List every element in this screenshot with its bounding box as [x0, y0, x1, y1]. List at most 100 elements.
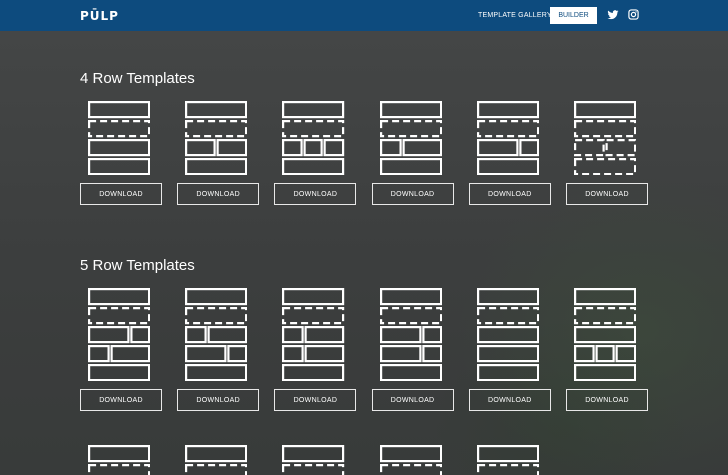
download-button[interactable]: DOWNLOAD: [177, 389, 260, 412]
placeholder-block: [574, 138, 605, 157]
layout-block: [304, 344, 345, 363]
download-button[interactable]: DOWNLOAD: [274, 389, 357, 412]
layout-block: [402, 138, 442, 157]
layout-block: [574, 101, 637, 119]
layout-block: [476, 445, 539, 463]
template-layout-preview[interactable]: [476, 445, 539, 475]
layout-block: [304, 325, 345, 344]
layout-block: [282, 101, 345, 119]
placeholder-block: [574, 157, 637, 176]
placeholder-block: [574, 307, 637, 325]
layout-block: [185, 344, 227, 363]
layout-block: [282, 445, 345, 463]
layout-block: [130, 325, 151, 344]
layout-block: [615, 344, 637, 363]
layout-block: [379, 101, 442, 119]
placeholder-block: [574, 120, 637, 138]
template-card: DOWNLOAD: [371, 288, 454, 412]
placeholder-block: [476, 307, 539, 325]
layout-block: [88, 288, 151, 306]
layout-block: [216, 138, 248, 157]
placeholder-block: [476, 464, 539, 475]
template-card: DOWNLOAD: [371, 101, 454, 206]
layout-block: [476, 288, 539, 306]
template-card: DOWNLOAD: [274, 101, 357, 206]
section-title-5-row: 5 Row Templates: [80, 257, 195, 274]
template-card: DOWNLOAD: [566, 288, 648, 412]
placeholder-block: [88, 307, 151, 325]
placeholder-block: [88, 464, 151, 475]
layout-block: [476, 325, 539, 344]
layout-block: [282, 363, 345, 382]
template-layout-preview[interactable]: [574, 288, 637, 382]
template-card: DOWNLOAD: [177, 101, 260, 206]
download-button[interactable]: DOWNLOAD: [468, 389, 551, 412]
layout-block: [185, 363, 248, 382]
template-layout-preview[interactable]: [476, 101, 539, 176]
download-button[interactable]: DOWNLOAD: [177, 183, 260, 206]
template-layout-preview[interactable]: [379, 445, 442, 475]
section-title-4-row: 4 Row Templates: [80, 70, 195, 87]
template-card: [177, 445, 259, 475]
layout-block: [379, 445, 442, 463]
template-layout-preview[interactable]: [282, 288, 345, 382]
layout-block: [88, 138, 151, 157]
layout-block: [421, 344, 442, 363]
layout-block: [379, 288, 442, 306]
download-button[interactable]: DOWNLOAD: [468, 183, 551, 206]
template-layout-preview[interactable]: [88, 101, 151, 176]
template-layout-preview[interactable]: [282, 101, 345, 176]
template-layout-preview[interactable]: [185, 101, 248, 176]
layout-block: [519, 138, 539, 157]
twitter-icon[interactable]: [607, 9, 619, 21]
layout-block: [88, 363, 151, 382]
template-layout-preview[interactable]: [476, 288, 539, 382]
download-button[interactable]: DOWNLOAD: [80, 183, 162, 206]
template-layout-preview[interactable]: [185, 445, 248, 475]
layout-block: [379, 157, 442, 176]
template-gallery: 4 Row Templates DOWNLOAD DOWNLOAD DOWNLOAD…: [0, 31, 728, 475]
download-button[interactable]: DOWNLOAD: [274, 183, 357, 206]
template-layout-preview[interactable]: [88, 445, 151, 475]
template-layout-preview[interactable]: [88, 288, 151, 382]
placeholder-block: [282, 120, 345, 138]
template-layout-preview[interactable]: [185, 288, 248, 382]
template-card: [372, 445, 454, 475]
placeholder-block: [185, 120, 248, 138]
layout-block: [379, 138, 402, 157]
builder-button[interactable]: BUILDER: [550, 7, 597, 24]
layout-block: [88, 157, 151, 176]
template-layout-preview[interactable]: [574, 101, 637, 176]
template-layout-preview[interactable]: [282, 445, 345, 475]
download-button[interactable]: DOWNLOAD: [371, 389, 454, 412]
layout-block: [476, 101, 539, 119]
template-card: [274, 445, 356, 475]
template-gallery-link[interactable]: TEMPLATE GALLERY: [478, 12, 552, 19]
layout-block: [574, 363, 637, 382]
layout-block: [421, 325, 442, 344]
layout-block: [282, 138, 304, 157]
layout-block: [88, 344, 110, 363]
layout-block: [476, 157, 539, 176]
download-button[interactable]: DOWNLOAD: [566, 389, 648, 412]
instagram-icon[interactable]: [628, 9, 640, 21]
layout-block: [574, 288, 637, 306]
layout-block: [282, 325, 305, 344]
template-layout-preview[interactable]: [379, 288, 442, 382]
placeholder-block: [379, 464, 442, 475]
placeholder-block: [185, 464, 248, 475]
placeholder-block: [605, 138, 637, 157]
layout-block: [282, 157, 345, 176]
download-button[interactable]: DOWNLOAD: [566, 183, 648, 206]
navbar: PŪLP TEMPLATE GALLERY BUILDER: [0, 0, 728, 31]
layout-block: [476, 344, 539, 363]
download-button[interactable]: DOWNLOAD: [80, 389, 162, 412]
layout-block: [185, 445, 248, 463]
template-layout-preview[interactable]: [379, 101, 442, 176]
placeholder-block: [282, 307, 345, 325]
layout-block: [476, 363, 539, 382]
logo[interactable]: PŪLP: [80, 9, 119, 23]
template-card: [469, 445, 551, 475]
layout-block: [574, 325, 637, 344]
download-button[interactable]: DOWNLOAD: [371, 183, 454, 206]
